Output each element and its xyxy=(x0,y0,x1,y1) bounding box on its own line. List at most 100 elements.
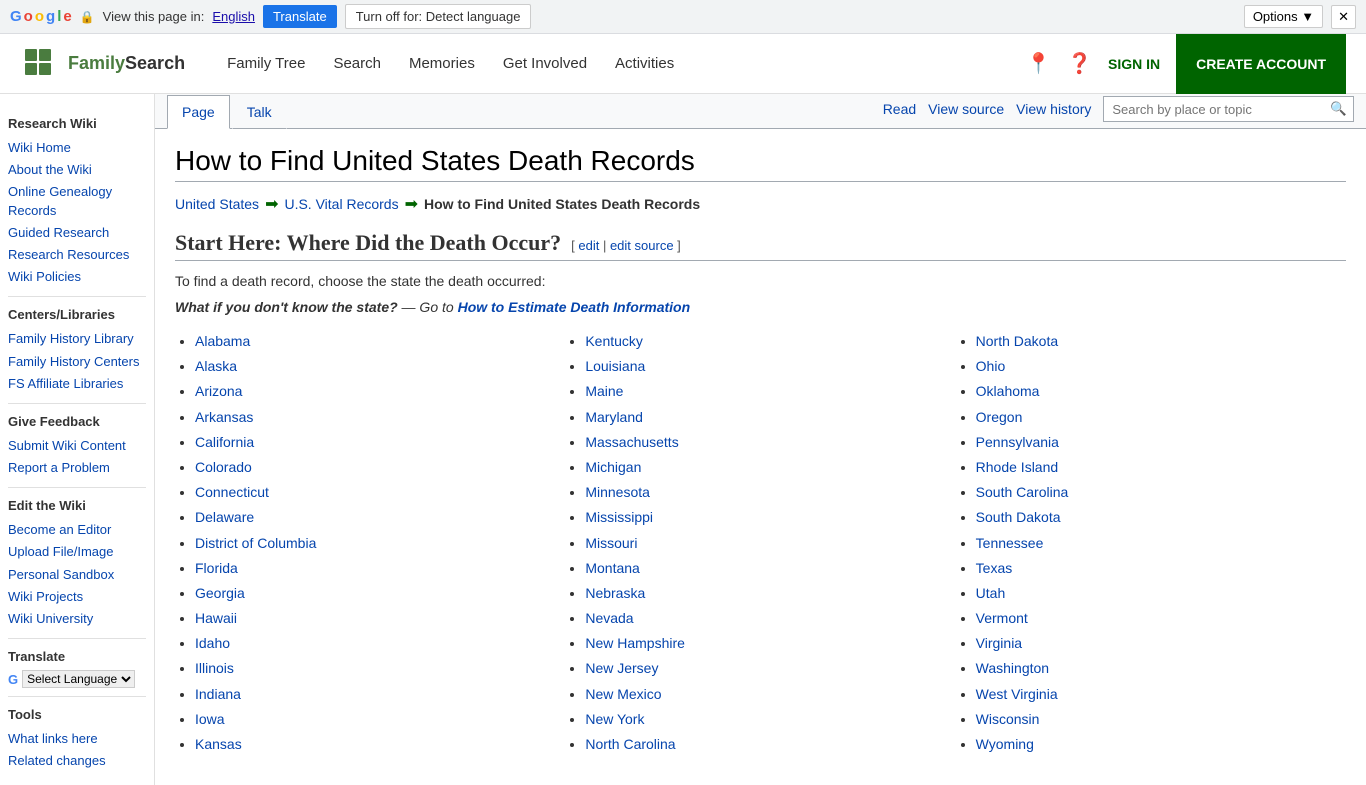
state-indiana[interactable]: Indiana xyxy=(195,686,241,702)
sidebar-item-family-history-centers[interactable]: Family History Centers xyxy=(8,351,146,373)
sidebar-item-wiki-home[interactable]: Wiki Home xyxy=(8,137,146,159)
state-alaska[interactable]: Alaska xyxy=(195,358,237,374)
estimate-death-link[interactable]: How to Estimate Death Information xyxy=(458,299,691,315)
state-maryland[interactable]: Maryland xyxy=(585,409,643,425)
language-link[interactable]: English xyxy=(212,9,255,24)
state-new-mexico[interactable]: New Mexico xyxy=(585,686,661,702)
state-missouri[interactable]: Missouri xyxy=(585,535,637,551)
nav-activities[interactable]: Activities xyxy=(603,49,686,78)
state-pennsylvania[interactable]: Pennsylvania xyxy=(976,434,1059,450)
state-kentucky[interactable]: Kentucky xyxy=(585,333,643,349)
sign-in-button[interactable]: SIGN IN xyxy=(1108,56,1160,72)
state-vermont[interactable]: Vermont xyxy=(976,610,1028,626)
tab-page[interactable]: Page xyxy=(167,95,230,129)
breadcrumb-vital-records[interactable]: U.S. Vital Records xyxy=(284,196,398,212)
state-kansas[interactable]: Kansas xyxy=(195,736,242,752)
sidebar-item-guided-research[interactable]: Guided Research xyxy=(8,222,146,244)
sidebar-item-wiki-policies[interactable]: Wiki Policies xyxy=(8,266,146,288)
create-account-button[interactable]: CREATE ACCOUNT xyxy=(1176,34,1346,94)
tab-view-history[interactable]: View history xyxy=(1016,101,1091,117)
sidebar-item-submit-wiki[interactable]: Submit Wiki Content xyxy=(8,435,146,457)
state-michigan[interactable]: Michigan xyxy=(585,459,641,475)
sidebar-item-upload-file[interactable]: Upload File/Image xyxy=(8,541,146,563)
state-new-hampshire[interactable]: New Hampshire xyxy=(585,635,685,651)
state-nevada[interactable]: Nevada xyxy=(585,610,633,626)
state-dc[interactable]: District of Columbia xyxy=(195,535,316,551)
state-rhode-island[interactable]: Rhode Island xyxy=(976,459,1059,475)
state-new-york[interactable]: New York xyxy=(585,711,644,727)
state-georgia[interactable]: Georgia xyxy=(195,585,245,601)
nav-get-involved[interactable]: Get Involved xyxy=(491,49,599,78)
state-nebraska[interactable]: Nebraska xyxy=(585,585,645,601)
sidebar-item-report-problem[interactable]: Report a Problem xyxy=(8,457,146,479)
state-utah[interactable]: Utah xyxy=(976,585,1006,601)
state-north-carolina[interactable]: North Carolina xyxy=(585,736,675,752)
options-button[interactable]: Options ▼ xyxy=(1244,5,1323,28)
state-washington[interactable]: Washington xyxy=(976,660,1049,676)
state-florida[interactable]: Florida xyxy=(195,560,238,576)
sidebar-item-personal-sandbox[interactable]: Personal Sandbox xyxy=(8,564,146,586)
state-tennessee[interactable]: Tennessee xyxy=(976,535,1044,551)
state-maine[interactable]: Maine xyxy=(585,383,623,399)
search-button[interactable]: 🔍 xyxy=(1324,97,1353,121)
state-delaware[interactable]: Delaware xyxy=(195,509,254,525)
state-ohio[interactable]: Ohio xyxy=(976,358,1006,374)
sidebar-item-research-resources[interactable]: Research Resources xyxy=(8,244,146,266)
state-virginia[interactable]: Virginia xyxy=(976,635,1022,651)
tab-view-source[interactable]: View source xyxy=(928,101,1004,117)
state-north-dakota[interactable]: North Dakota xyxy=(976,333,1058,349)
familysearch-logo-icon xyxy=(20,44,60,84)
state-colorado[interactable]: Colorado xyxy=(195,459,252,475)
nav-search[interactable]: Search xyxy=(321,49,393,78)
turn-off-button[interactable]: Turn off for: Detect language xyxy=(345,4,532,29)
list-item: Kentucky xyxy=(585,329,935,354)
state-minnesota[interactable]: Minnesota xyxy=(585,484,650,500)
state-montana[interactable]: Montana xyxy=(585,560,639,576)
select-language-dropdown[interactable]: Select Language xyxy=(22,670,135,688)
logo[interactable]: FamilySearch xyxy=(20,44,185,84)
state-hawaii[interactable]: Hawaii xyxy=(195,610,237,626)
location-icon[interactable]: 📍 xyxy=(1026,51,1051,76)
state-new-jersey[interactable]: New Jersey xyxy=(585,660,658,676)
state-south-dakota[interactable]: South Dakota xyxy=(976,509,1061,525)
state-mississippi[interactable]: Mississippi xyxy=(585,509,653,525)
state-idaho[interactable]: Idaho xyxy=(195,635,230,651)
state-wyoming[interactable]: Wyoming xyxy=(976,736,1034,752)
state-arkansas[interactable]: Arkansas xyxy=(195,409,253,425)
state-louisiana[interactable]: Louisiana xyxy=(585,358,645,374)
state-texas[interactable]: Texas xyxy=(976,560,1013,576)
sidebar-item-wiki-university[interactable]: Wiki University xyxy=(8,608,146,630)
state-illinois[interactable]: Illinois xyxy=(195,660,234,676)
help-icon[interactable]: ❓ xyxy=(1067,51,1092,76)
breadcrumb-united-states[interactable]: United States xyxy=(175,196,259,212)
sidebar-item-family-history-library[interactable]: Family History Library xyxy=(8,328,146,350)
list-item: Maryland xyxy=(585,405,935,430)
state-wisconsin[interactable]: Wisconsin xyxy=(976,711,1040,727)
state-oklahoma[interactable]: Oklahoma xyxy=(976,383,1040,399)
edit-source-link[interactable]: edit source xyxy=(610,238,674,253)
nav-memories[interactable]: Memories xyxy=(397,49,487,78)
state-connecticut[interactable]: Connecticut xyxy=(195,484,269,500)
state-south-carolina[interactable]: South Carolina xyxy=(976,484,1069,500)
state-california[interactable]: California xyxy=(195,434,254,450)
sidebar-item-become-editor[interactable]: Become an Editor xyxy=(8,519,146,541)
state-west-virginia[interactable]: West Virginia xyxy=(976,686,1058,702)
nav-family-tree[interactable]: Family Tree xyxy=(215,49,317,78)
state-oregon[interactable]: Oregon xyxy=(976,409,1023,425)
sidebar-item-wiki-projects[interactable]: Wiki Projects xyxy=(8,586,146,608)
sidebar-item-what-links-here[interactable]: What links here xyxy=(8,728,146,750)
sidebar-item-fs-affiliate-libraries[interactable]: FS Affiliate Libraries xyxy=(8,373,146,395)
tab-read[interactable]: Read xyxy=(883,101,916,117)
translate-button[interactable]: Translate xyxy=(263,5,337,28)
sidebar-item-online-genealogy[interactable]: Online Genealogy Records xyxy=(8,181,146,221)
sidebar-item-related-changes[interactable]: Related changes xyxy=(8,750,146,772)
close-translate-button[interactable]: ✕ xyxy=(1331,5,1356,29)
search-input[interactable] xyxy=(1104,98,1324,121)
tab-talk[interactable]: Talk xyxy=(232,95,287,129)
state-iowa[interactable]: Iowa xyxy=(195,711,225,727)
sidebar-item-about-wiki[interactable]: About the Wiki xyxy=(8,159,146,181)
state-alabama[interactable]: Alabama xyxy=(195,333,250,349)
state-arizona[interactable]: Arizona xyxy=(195,383,242,399)
state-massachusetts[interactable]: Massachusetts xyxy=(585,434,678,450)
edit-link[interactable]: edit xyxy=(578,238,599,253)
